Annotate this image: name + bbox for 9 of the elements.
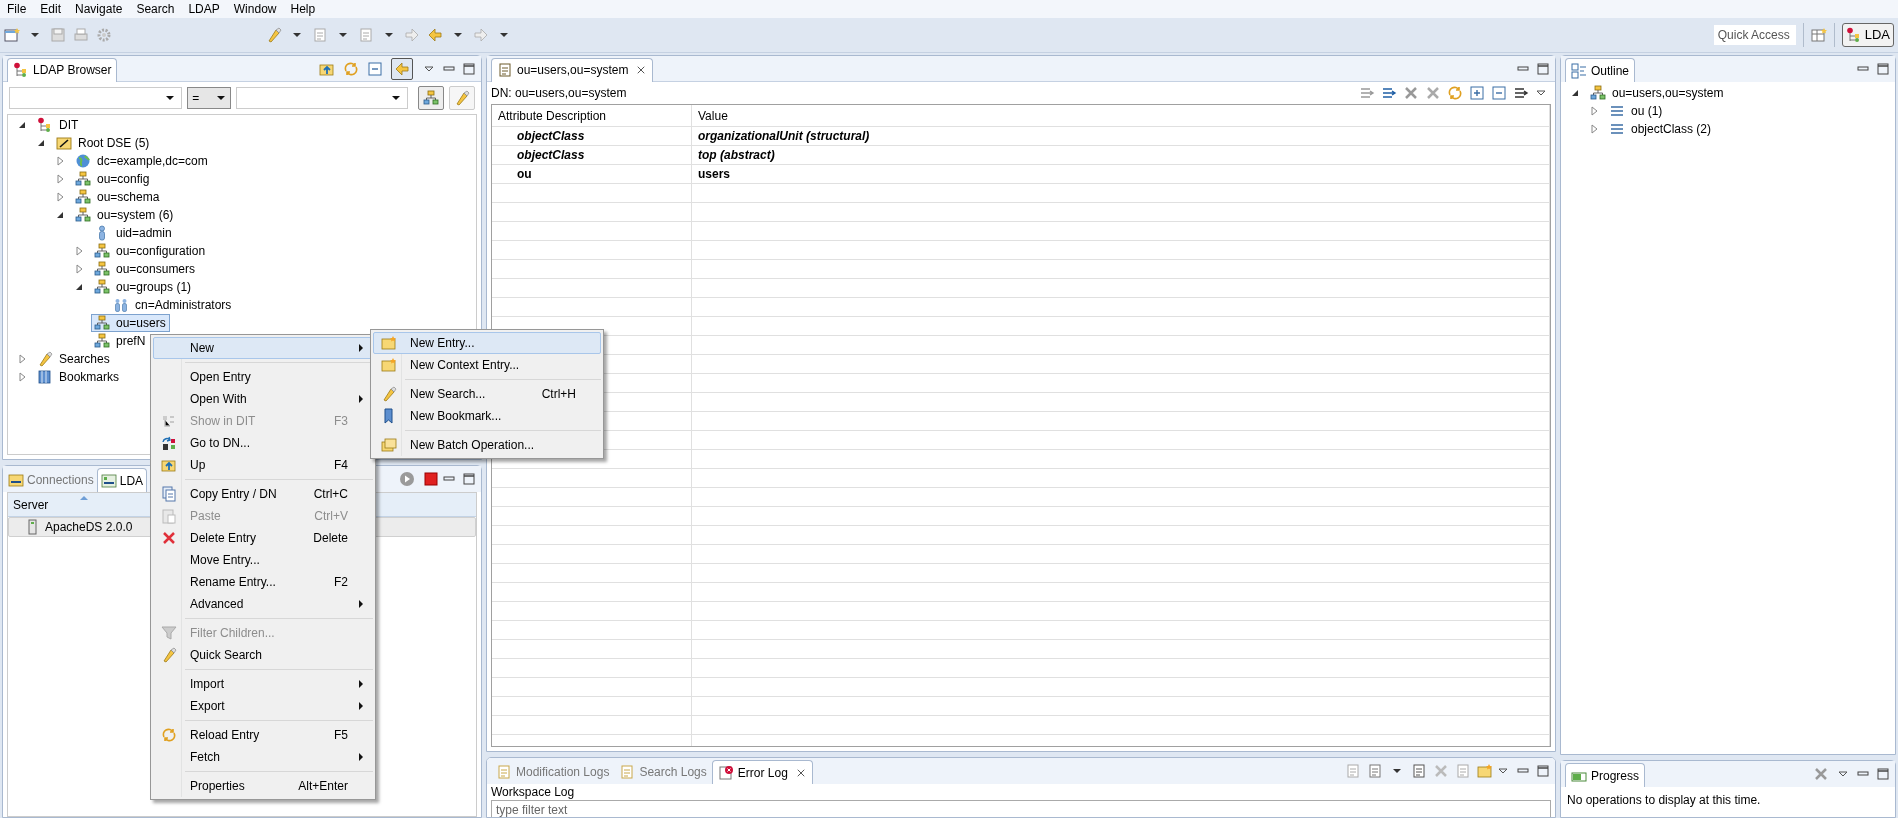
table-cell: users <box>692 165 1550 183</box>
table-cell: organizationalUnit (structural) <box>692 127 1550 145</box>
table-cell: ou <box>492 165 692 183</box>
table-cell: top (abstract) <box>692 146 1550 164</box>
section-heading: Workspace Log <box>490 784 576 800</box>
status-message: No operations to display at this time. <box>1566 792 1762 809</box>
table-cell: objectClass <box>492 146 692 164</box>
dn-label: DN: ou=users,ou=system <box>491 85 627 102</box>
table-cell: objectClass <box>492 127 692 145</box>
